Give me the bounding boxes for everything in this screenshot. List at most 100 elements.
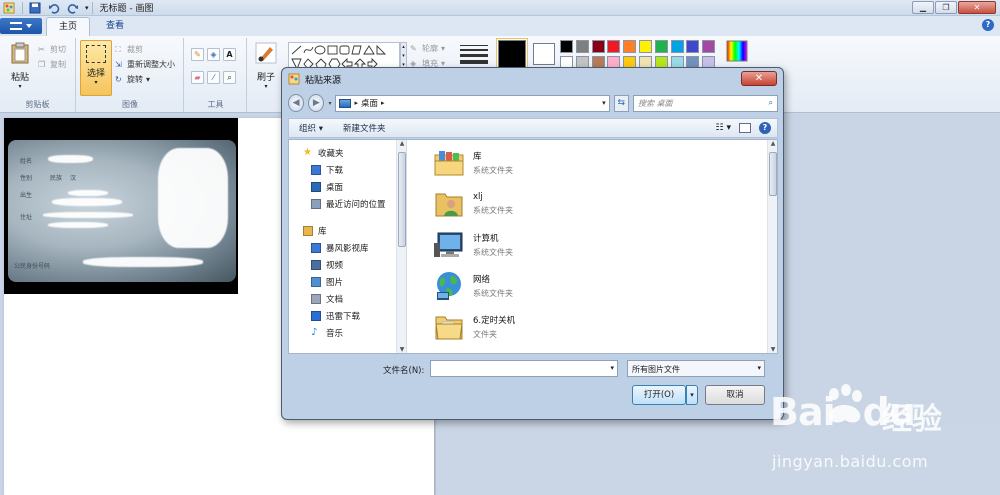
redo-icon[interactable] bbox=[67, 2, 79, 14]
card-field-ethnicity-value: 汉 bbox=[70, 175, 77, 182]
forward-button[interactable]: ▶ bbox=[308, 94, 325, 112]
filetype-select[interactable]: 所有图片文件 ▾ bbox=[627, 360, 765, 377]
nav-item[interactable]: 迅雷下载 bbox=[311, 309, 360, 323]
file-item[interactable]: 6.定时关机 文件夹 bbox=[433, 308, 515, 346]
view-controls: ☷ ▾ ? bbox=[716, 122, 777, 134]
palette-color-swatch[interactable] bbox=[591, 40, 605, 53]
file-item[interactable]: 网络 系统文件夹 bbox=[433, 267, 513, 305]
watermark-url: jingyan.baidu.com bbox=[772, 452, 929, 471]
chevron-down-icon[interactable]: ▾ bbox=[328, 100, 331, 107]
app-menu-button[interactable] bbox=[0, 18, 42, 34]
resize-button[interactable]: ⇲ 重新调整大小 bbox=[115, 58, 175, 70]
minimize-button[interactable]: ▁ bbox=[912, 1, 934, 14]
redaction-mark bbox=[83, 257, 203, 267]
save-icon[interactable] bbox=[29, 2, 41, 14]
color1-swatch[interactable] bbox=[496, 38, 528, 70]
chevron-down-icon[interactable]: ▾ bbox=[610, 364, 614, 372]
color2-swatch[interactable] bbox=[533, 43, 555, 65]
rotate-button[interactable]: ↻ 旋转 ▾ bbox=[115, 73, 150, 85]
address-bar[interactable]: ▸ 桌面 ▸ ▾ bbox=[335, 94, 610, 112]
nav-scrollbar[interactable]: ▲ ▼ bbox=[396, 140, 406, 353]
open-button[interactable]: 打开(O) bbox=[632, 385, 686, 405]
nav-item[interactable]: 图片 bbox=[311, 275, 343, 289]
palette-color-swatch[interactable] bbox=[654, 40, 668, 53]
file-item[interactable]: 库系统文件夹 bbox=[433, 144, 513, 182]
scroll-down-icon[interactable]: ▼ bbox=[768, 346, 778, 353]
brush-button[interactable]: 刷子 ▾ bbox=[250, 40, 282, 92]
file-scrollbar[interactable]: ▲ ▼ bbox=[767, 140, 777, 353]
close-button[interactable]: ✕ bbox=[958, 1, 996, 14]
palette-color-swatch[interactable] bbox=[670, 40, 684, 53]
help-icon[interactable]: ? bbox=[982, 19, 994, 31]
palette-color-swatch[interactable] bbox=[575, 40, 589, 53]
pencil-icon[interactable]: ✎ bbox=[191, 48, 204, 61]
undo-icon[interactable] bbox=[48, 2, 60, 14]
file-item[interactable]: 计算机 系统文件夹 bbox=[433, 226, 513, 264]
videos-icon bbox=[311, 260, 321, 270]
magnifier-icon[interactable]: ⌕ bbox=[223, 71, 236, 84]
new-folder-button[interactable]: 新建文件夹 bbox=[333, 122, 396, 134]
nav-item-label: 文档 bbox=[326, 295, 344, 305]
scroll-down-icon[interactable]: ▼ bbox=[397, 346, 407, 353]
chevron-down-icon[interactable]: ▾ bbox=[602, 99, 606, 107]
filename-input[interactable]: ▾ bbox=[430, 360, 618, 377]
open-dropdown-button[interactable]: ▾ bbox=[686, 385, 698, 405]
chevron-down-icon: ▾ bbox=[18, 83, 22, 90]
scissors-icon: ✂ bbox=[38, 44, 45, 54]
palette-color-swatch[interactable] bbox=[686, 40, 700, 53]
nav-item[interactable]: 视频 bbox=[311, 258, 343, 272]
folder-icon bbox=[433, 311, 465, 343]
palette-color-swatch[interactable] bbox=[702, 40, 716, 53]
scroll-up-icon[interactable]: ▲ bbox=[397, 140, 407, 147]
paint-app-icon[interactable] bbox=[3, 2, 15, 14]
cut-button[interactable]: ✂ 剪切 bbox=[38, 43, 66, 55]
palette-color-swatch[interactable] bbox=[607, 40, 621, 53]
nav-scroll-thumb[interactable] bbox=[398, 152, 406, 247]
text-icon[interactable]: A bbox=[223, 48, 236, 61]
nav-item[interactable]: 最近访问的位置 bbox=[311, 197, 386, 211]
maximize-button[interactable]: ❐ bbox=[935, 1, 957, 14]
help-icon[interactable]: ? bbox=[759, 122, 771, 134]
edit-colors-icon[interactable] bbox=[726, 40, 748, 62]
nav-item[interactable]: 桌面 bbox=[311, 180, 343, 194]
color-picker-icon[interactable]: ⁄ bbox=[207, 71, 220, 84]
scroll-up-icon[interactable]: ▲ bbox=[768, 140, 778, 147]
copy-icon: ❐ bbox=[38, 59, 46, 69]
palette-color-swatch[interactable] bbox=[560, 40, 573, 53]
refresh-button[interactable]: ⇆ bbox=[613, 94, 629, 112]
redaction-mark bbox=[68, 190, 108, 196]
quick-access-dropdown[interactable]: ▾ bbox=[85, 4, 89, 12]
search-icon[interactable]: ⌕ bbox=[769, 98, 773, 108]
nav-item[interactable]: 下载 bbox=[311, 163, 343, 177]
nav-item[interactable]: 暴风影视库 bbox=[311, 241, 369, 255]
size-button[interactable] bbox=[460, 42, 488, 66]
file-scroll-thumb[interactable] bbox=[769, 152, 777, 196]
nav-item-label: 迅雷下载 bbox=[326, 312, 361, 322]
nav-item-label: 收藏夹 bbox=[318, 149, 344, 159]
dialog-close-button[interactable]: ✕ bbox=[741, 71, 777, 86]
file-item[interactable]: xlj 系统文件夹 bbox=[433, 185, 513, 223]
select-button[interactable]: 选择 ▾ bbox=[80, 40, 112, 96]
copy-label: 复制 bbox=[50, 59, 66, 69]
nav-item[interactable]: ★ 收藏夹 bbox=[303, 146, 344, 160]
redaction-mark bbox=[158, 148, 228, 248]
preview-pane-icon[interactable] bbox=[739, 123, 751, 133]
outline-button[interactable]: ✎ 轮廓 ▾ bbox=[410, 42, 445, 54]
palette-color-swatch[interactable] bbox=[639, 40, 652, 53]
search-input[interactable]: 搜索 桌面 ⌕ bbox=[632, 94, 779, 112]
nav-item[interactable]: ♪ 音乐 bbox=[311, 326, 343, 340]
view-options-icon[interactable]: ☷ ▾ bbox=[716, 123, 731, 133]
nav-item[interactable]: 库 bbox=[303, 224, 327, 238]
back-button[interactable]: ◀ bbox=[288, 94, 305, 112]
tab-home[interactable]: 主页 bbox=[46, 17, 91, 36]
palette-color-swatch[interactable] bbox=[623, 40, 637, 53]
window-title: 无标题 - 画图 bbox=[99, 4, 154, 14]
fill-bucket-icon[interactable]: ◈ bbox=[207, 48, 220, 61]
nav-item[interactable]: 文档 bbox=[311, 292, 343, 306]
paste-button[interactable]: 粘贴 ▾ bbox=[4, 40, 36, 92]
copy-button[interactable]: ❐ 复制 bbox=[38, 58, 66, 70]
eraser-icon[interactable]: ▰ bbox=[191, 71, 204, 84]
organize-button[interactable]: 组织 ▾ bbox=[289, 122, 333, 134]
tab-view[interactable]: 查看 bbox=[94, 17, 136, 36]
crop-button[interactable]: ⛶ 裁剪 bbox=[115, 43, 143, 55]
